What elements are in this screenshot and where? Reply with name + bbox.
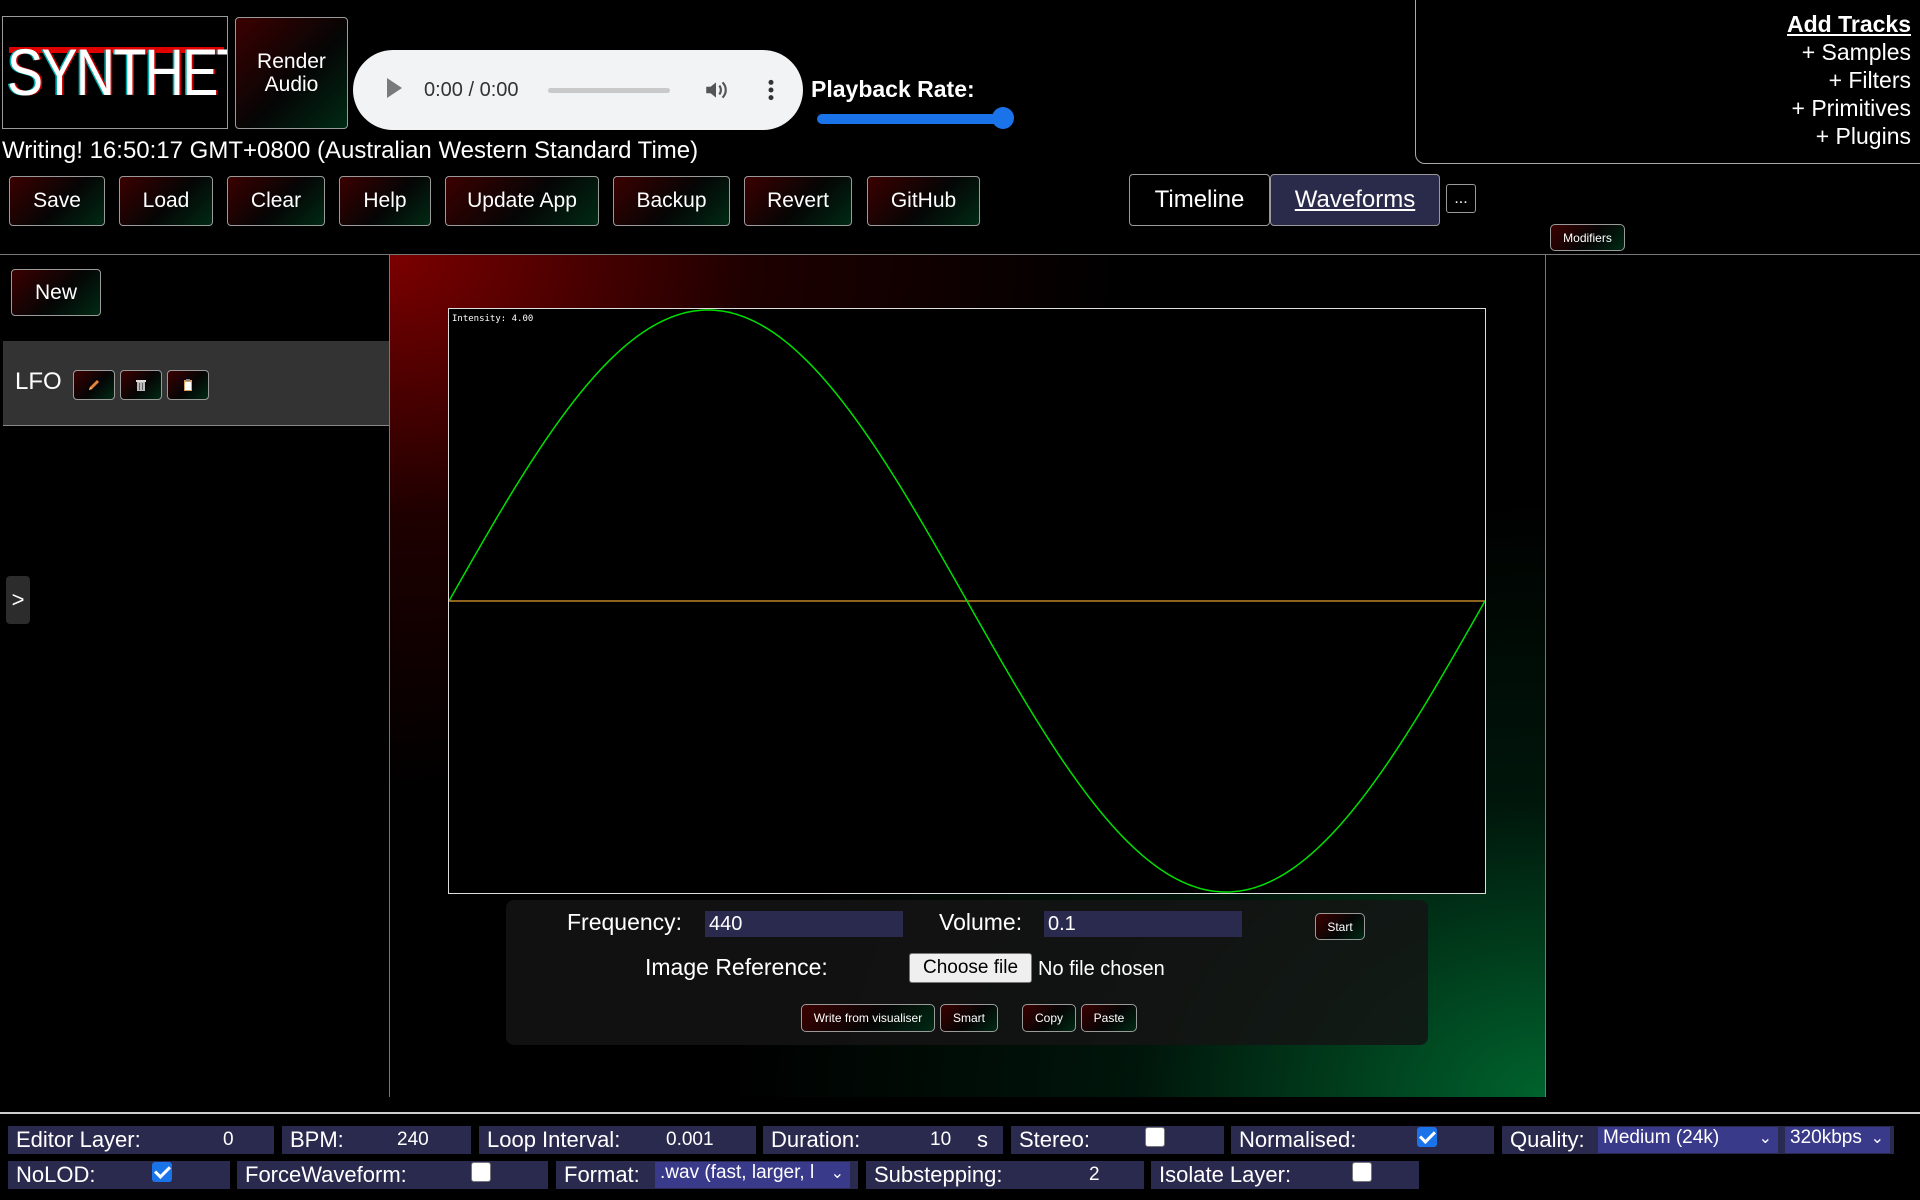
format-select-value: .wav (fast, larger, l	[660, 1162, 815, 1183]
play-icon[interactable]	[387, 78, 402, 98]
modifiers-button[interactable]: Modifiers	[1550, 224, 1625, 251]
frequency-input[interactable]: 440	[705, 911, 903, 937]
stereo-checkbox[interactable]	[1145, 1127, 1165, 1147]
editor-layer-setting: Editor Layer: 0	[8, 1126, 274, 1154]
duration-setting: Duration: 10 s	[763, 1126, 1003, 1154]
file-status: No file chosen	[1038, 958, 1165, 980]
clear-button[interactable]: Clear	[227, 176, 325, 226]
delete-icon[interactable]	[120, 370, 162, 400]
sidebar-item-lfo[interactable]: LFO	[3, 341, 389, 426]
normalised-label: Normalised:	[1239, 1127, 1357, 1152]
bpm-input[interactable]: 240	[397, 1129, 429, 1151]
waveform-visualiser[interactable]: Intensity: 4.00	[448, 308, 1486, 894]
logo-text: SYNTHETIC	[7, 35, 227, 109]
backup-button[interactable]: Backup	[613, 176, 730, 226]
substepping-input[interactable]: 2	[1089, 1164, 1100, 1186]
intensity-readout: Intensity: 4.00	[452, 314, 534, 324]
isolate-layer-setting: Isolate Layer:	[1151, 1161, 1419, 1189]
frequency-label: Frequency:	[567, 909, 683, 935]
new-button[interactable]: New	[11, 269, 101, 316]
sidebar-item-label: LFO	[15, 368, 62, 395]
settings-divider	[0, 1112, 1920, 1114]
volume-label: Volume:	[939, 909, 1023, 935]
quality-setting: Quality: Medium (24k) ⌄ 320kbps ⌄	[1502, 1126, 1894, 1154]
clipboard-icon[interactable]	[167, 370, 209, 400]
format-setting: Format: .wav (fast, larger, l ⌄	[556, 1161, 858, 1189]
render-audio-button[interactable]: Render Audio	[235, 17, 348, 129]
loop-interval-setting: Loop Interval: 0.001	[479, 1126, 756, 1154]
load-button[interactable]: Load	[119, 176, 213, 226]
substepping-setting: Substepping: 2	[866, 1161, 1144, 1189]
isolate-layer-checkbox[interactable]	[1352, 1162, 1372, 1182]
normalised-setting: Normalised:	[1231, 1126, 1494, 1154]
playback-rate-slider[interactable]	[817, 114, 1001, 124]
choose-file-button[interactable]: Choose file	[909, 953, 1032, 983]
format-select[interactable]: .wav (fast, larger, l ⌄	[655, 1162, 850, 1188]
quality-select-value: Medium (24k)	[1603, 1127, 1720, 1148]
revert-button[interactable]: Revert	[744, 176, 852, 226]
format-label: Format:	[564, 1162, 640, 1187]
write-from-visualiser-button[interactable]: Write from visualiser	[801, 1004, 935, 1032]
quality-label: Quality:	[1510, 1127, 1585, 1152]
add-primitives-link[interactable]: + Primitives	[1792, 95, 1912, 122]
more-options-icon[interactable]	[758, 77, 784, 103]
update-app-button[interactable]: Update App	[445, 176, 599, 226]
bpm-setting: BPM: 240	[282, 1126, 471, 1154]
add-plugins-link[interactable]: + Plugins	[1816, 123, 1911, 150]
chevron-down-icon: ⌄	[828, 1163, 844, 1183]
editor-layer-label: Editor Layer:	[16, 1127, 141, 1152]
chevron-down-icon: ⌄	[1870, 1130, 1884, 1147]
chevron-down-icon: ⌄	[1758, 1130, 1772, 1147]
app-logo: SYNTHETIC	[2, 16, 228, 129]
smart-button[interactable]: Smart	[940, 1004, 998, 1032]
nolod-checkbox[interactable]	[152, 1162, 172, 1182]
force-waveform-setting: ForceWaveform:	[237, 1161, 548, 1189]
volume-icon[interactable]	[703, 77, 729, 103]
bpm-label: BPM:	[290, 1127, 344, 1152]
paste-button[interactable]: Paste	[1081, 1004, 1137, 1032]
github-button[interactable]: GitHub	[867, 176, 980, 226]
start-button[interactable]: Start	[1315, 913, 1365, 940]
duration-unit: s	[977, 1127, 988, 1152]
image-reference-label: Image Reference:	[645, 954, 828, 980]
loop-interval-label: Loop Interval:	[487, 1127, 621, 1152]
add-tracks-title[interactable]: Add Tracks	[1787, 11, 1911, 38]
audio-seek-bar[interactable]	[548, 88, 670, 93]
edit-icon[interactable]	[73, 370, 115, 400]
add-tracks-panel: Add Tracks + Samples + Filters + Primiti…	[1415, 0, 1920, 164]
save-button[interactable]: Save	[9, 176, 105, 226]
add-filters-link[interactable]: + Filters	[1829, 67, 1911, 94]
panel-divider	[1545, 255, 1546, 1097]
duration-input[interactable]: 10	[930, 1129, 951, 1151]
nolod-label: NoLOD:	[16, 1162, 96, 1187]
audio-player: 0:00 / 0:00	[353, 50, 803, 130]
substepping-label: Substepping:	[874, 1162, 1003, 1187]
nolod-setting: NoLOD:	[8, 1161, 230, 1189]
tab-timeline[interactable]: Timeline	[1129, 174, 1270, 226]
tab-waveforms[interactable]: Waveforms	[1270, 174, 1440, 226]
force-waveform-checkbox[interactable]	[471, 1162, 491, 1182]
normalised-checkbox[interactable]	[1417, 1127, 1437, 1147]
editor-layer-input[interactable]: 0	[223, 1129, 234, 1151]
force-waveform-label: ForceWaveform:	[245, 1162, 407, 1187]
duration-label: Duration:	[771, 1127, 861, 1152]
help-button[interactable]: Help	[339, 176, 431, 226]
status-text: Writing! 16:50:17 GMT+0800 (Australian W…	[2, 137, 699, 164]
sidebar-expand-toggle[interactable]: >	[6, 576, 30, 624]
stereo-setting: Stereo:	[1011, 1126, 1224, 1154]
playback-rate-label: Playback Rate:	[811, 76, 975, 102]
waveform-canvas[interactable]	[449, 309, 1485, 893]
stereo-label: Stereo:	[1019, 1127, 1090, 1152]
add-samples-link[interactable]: + Samples	[1802, 39, 1911, 66]
playback-rate-thumb[interactable]	[992, 107, 1014, 129]
quality-select[interactable]: Medium (24k) ⌄	[1598, 1127, 1778, 1153]
bitrate-select-value: 320kbps	[1790, 1127, 1862, 1148]
copy-button[interactable]: Copy	[1022, 1004, 1076, 1032]
audio-time: 0:00 / 0:00	[424, 79, 519, 101]
more-tabs-button[interactable]: ...	[1446, 184, 1476, 213]
isolate-layer-label: Isolate Layer:	[1159, 1162, 1292, 1187]
loop-interval-input[interactable]: 0.001	[666, 1129, 714, 1151]
volume-input[interactable]: 0.1	[1044, 911, 1242, 937]
bitrate-select[interactable]: 320kbps ⌄	[1785, 1127, 1890, 1153]
